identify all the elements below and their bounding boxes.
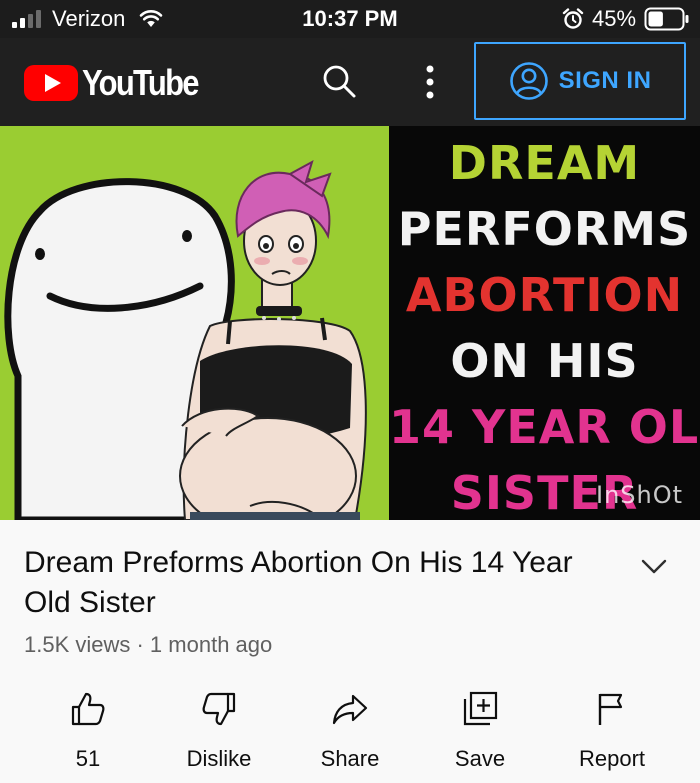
sign-in-button[interactable]: SIGN IN bbox=[474, 42, 686, 120]
chevron-down-icon[interactable] bbox=[640, 552, 668, 580]
app-header: YouTube SIGN IN bbox=[0, 38, 700, 126]
dislike-button[interactable]: Dislike bbox=[164, 690, 274, 772]
share-icon bbox=[332, 694, 368, 725]
thumbnail-illustration bbox=[0, 126, 389, 520]
battery-percentage: 45% bbox=[592, 6, 637, 31]
save-label: Save bbox=[454, 746, 506, 771]
battery-icon bbox=[644, 7, 689, 31]
like-icon bbox=[71, 692, 105, 726]
thumbnail-caption: DREAM PERFORMS ABORTION ON HIS 14 YEAR O… bbox=[389, 126, 700, 520]
save-to-playlist-icon bbox=[463, 691, 498, 726]
share-label: Share bbox=[320, 746, 380, 771]
account-circle-icon bbox=[509, 62, 548, 100]
thumbnail-caption-line: ABORTION bbox=[405, 268, 684, 322]
inshot-watermark: InShOt bbox=[596, 481, 684, 509]
search-icon[interactable] bbox=[319, 62, 359, 102]
like-button[interactable]: 51 bbox=[33, 690, 143, 772]
youtube-play-logo-icon bbox=[24, 65, 78, 101]
more-vert-icon[interactable] bbox=[418, 64, 442, 102]
dislike-label: Dislike bbox=[186, 746, 252, 771]
thumbnail-caption-line: DREAM bbox=[448, 136, 641, 190]
share-button[interactable]: Share bbox=[295, 690, 405, 772]
sign-in-label: SIGN IN bbox=[558, 67, 652, 94]
video-title: Dream Preforms Abortion On His 14 Year O… bbox=[24, 546, 573, 619]
youtube-wordmark: YouTube bbox=[82, 62, 200, 103]
dislike-icon bbox=[202, 692, 236, 726]
like-count: 51 bbox=[75, 746, 101, 771]
status-bar: Verizon 10:37 PM 45% bbox=[0, 0, 700, 38]
report-button[interactable]: Report bbox=[557, 690, 667, 772]
alarm-clock-icon bbox=[562, 8, 584, 29]
flag-icon bbox=[598, 693, 623, 725]
thumbnail-caption-line: PERFORMS bbox=[397, 202, 692, 256]
save-button[interactable]: Save bbox=[425, 690, 535, 772]
youtube-logo[interactable]: YouTube bbox=[24, 62, 217, 104]
thumbnail-caption-line: ON HIS bbox=[450, 334, 639, 388]
thumbnail-caption-line: 14 YEAR OLD bbox=[389, 400, 700, 454]
video-thumbnail[interactable]: DREAM PERFORMS ABORTION ON HIS 14 YEAR O… bbox=[0, 126, 700, 520]
video-metadata: 1.5K views · 1 month ago bbox=[24, 632, 273, 657]
report-label: Report bbox=[578, 746, 646, 771]
